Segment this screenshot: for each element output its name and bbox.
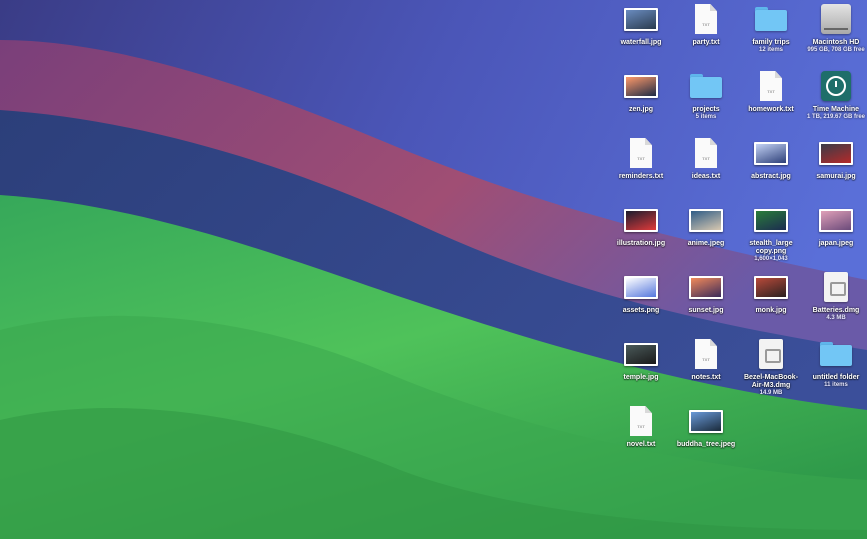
folder-icon (816, 337, 856, 371)
desktop-item-info: 14.9 MB (759, 390, 783, 396)
desktop-item-batteries-dmg[interactable]: Batteries.dmg 4.3 MB (803, 270, 867, 322)
desktop-item-label: temple.jpg (623, 374, 659, 381)
desktop-item-label: japan.jpeg (818, 240, 854, 247)
desktop-item-label: illustration.jpg (616, 240, 666, 247)
text-document-icon: TXT (751, 69, 791, 103)
desktop-item-info: 5 items (695, 114, 717, 120)
image-thumbnail-icon (621, 2, 661, 36)
txt-badge: TXT (702, 22, 710, 27)
desktop-item-label: buddha_tree.jpeg (676, 441, 736, 448)
image-thumbnail-icon (621, 270, 661, 304)
desktop-item-label: party.txt (692, 39, 720, 46)
desktop-item-label: homework.txt (748, 106, 794, 113)
desktop-item-label: samurai.jpg (816, 173, 856, 180)
desktop-item-label: Batteries.dmg (812, 307, 860, 314)
desktop-item-macintosh-hd[interactable]: Macintosh HD 995 GB, 708 GB free (803, 2, 867, 54)
text-document-icon: TXT (621, 136, 661, 170)
txt-badge: TXT (702, 156, 710, 161)
desktop-item-label: ideas.txt (691, 173, 721, 180)
desktop-item-label: zen.jpg (628, 106, 654, 113)
desktop-item-projects[interactable]: projects 5 items (673, 69, 739, 121)
desktop-item-label: waterfall.jpg (620, 39, 662, 46)
image-thumbnail-icon (686, 203, 726, 237)
desktop-item-abstract-jpg[interactable]: abstract.jpg (738, 136, 804, 181)
desktop-item-stealth-large-copy-png[interactable]: stealth_large copy.png 1,600×1,043 (738, 203, 804, 263)
desktop-item-sunset-jpg[interactable]: sunset.jpg (673, 270, 739, 315)
desktop-item-waterfall-jpg[interactable]: waterfall.jpg (608, 2, 674, 47)
desktop-item-assets-png[interactable]: assets.png (608, 270, 674, 315)
desktop-item-family-trips[interactable]: family trips 12 items (738, 2, 804, 54)
image-thumbnail-icon (751, 203, 791, 237)
image-thumbnail-icon (686, 404, 726, 438)
txt-badge: TXT (702, 357, 710, 362)
desktop-item-time-machine[interactable]: Time Machine 1 TB, 219.67 GB free (803, 69, 867, 121)
image-thumbnail-icon (621, 69, 661, 103)
folder-icon (751, 2, 791, 36)
desktop-item-ideas-txt[interactable]: TXT ideas.txt (673, 136, 739, 181)
desktop-item-label: family trips (752, 39, 790, 46)
desktop-item-info: 11 items (824, 382, 848, 388)
desktop-item-temple-jpg[interactable]: temple.jpg (608, 337, 674, 382)
text-document-icon: TXT (621, 404, 661, 438)
folder-icon (686, 69, 726, 103)
desktop-item-untitled-folder[interactable]: untitled folder 11 items (803, 337, 867, 389)
image-thumbnail-icon (816, 136, 856, 170)
txt-badge: TXT (637, 156, 645, 161)
image-thumbnail-icon (686, 270, 726, 304)
desktop-item-notes-txt[interactable]: TXT notes.txt (673, 337, 739, 382)
desktop-item-info: 4.3 MB (826, 315, 846, 321)
desktop-item-label: novel.txt (626, 441, 656, 448)
desktop-item-party-txt[interactable]: TXT party.txt (673, 2, 739, 47)
text-document-icon: TXT (686, 2, 726, 36)
text-document-icon: TXT (686, 337, 726, 371)
desktop-item-label: anime.jpeg (687, 240, 725, 247)
image-thumbnail-icon (621, 337, 661, 371)
desktop-item-buddha-tree-jpeg[interactable]: buddha_tree.jpeg (673, 404, 739, 449)
image-thumbnail-icon (816, 203, 856, 237)
disk-image-icon (816, 270, 856, 304)
desktop-item-info: 1,600×1,043 (754, 256, 788, 262)
desktop-item-info: 1 TB, 219.67 GB free (806, 114, 866, 120)
desktop-item-label: sunset.jpg (688, 307, 724, 314)
time-machine-icon (816, 69, 856, 103)
desktop-item-label: notes.txt (691, 374, 721, 381)
desktop-item-reminders-txt[interactable]: TXT reminders.txt (608, 136, 674, 181)
image-thumbnail-icon (751, 270, 791, 304)
txt-badge: TXT (637, 424, 645, 429)
desktop-item-label: monk.jpg (755, 307, 787, 314)
hard-drive-icon (816, 2, 856, 36)
desktop-item-samurai-jpg[interactable]: samurai.jpg (803, 136, 867, 181)
desktop-item-illustration-jpg[interactable]: illustration.jpg (608, 203, 674, 248)
desktop-item-bezel-macbook-air-m3-dmg[interactable]: Bezel-MacBook-Air-M3.dmg 14.9 MB (738, 337, 804, 397)
desktop-item-info: 12 items (758, 47, 783, 53)
desktop-item-label: untitled folder (812, 374, 860, 381)
desktop-item-monk-jpg[interactable]: monk.jpg (738, 270, 804, 315)
desktop-item-label: assets.png (622, 307, 660, 314)
desktop-item-novel-txt[interactable]: TXT novel.txt (608, 404, 674, 449)
text-document-icon: TXT (686, 136, 726, 170)
desktop-item-japan-jpeg[interactable]: japan.jpeg (803, 203, 867, 248)
desktop-item-info: 995 GB, 708 GB free (807, 47, 865, 53)
desktop-item-anime-jpeg[interactable]: anime.jpeg (673, 203, 739, 248)
desktop-item-label: reminders.txt (618, 173, 664, 180)
image-thumbnail-icon (751, 136, 791, 170)
txt-badge: TXT (767, 89, 775, 94)
desktop-item-zen-jpg[interactable]: zen.jpg (608, 69, 674, 114)
desktop-item-label: Bezel-MacBook-Air-M3.dmg (743, 374, 799, 389)
desktop-item-label: Macintosh HD (812, 39, 860, 46)
desktop-item-label: projects (692, 106, 720, 113)
desktop-item-label: abstract.jpg (751, 173, 791, 180)
disk-image-icon (751, 337, 791, 371)
image-thumbnail-icon (621, 203, 661, 237)
desktop-item-label: Time Machine (812, 106, 860, 113)
desktop-item-homework-txt[interactable]: TXT homework.txt (738, 69, 804, 114)
desktop-item-label: stealth_large copy.png (749, 240, 793, 255)
